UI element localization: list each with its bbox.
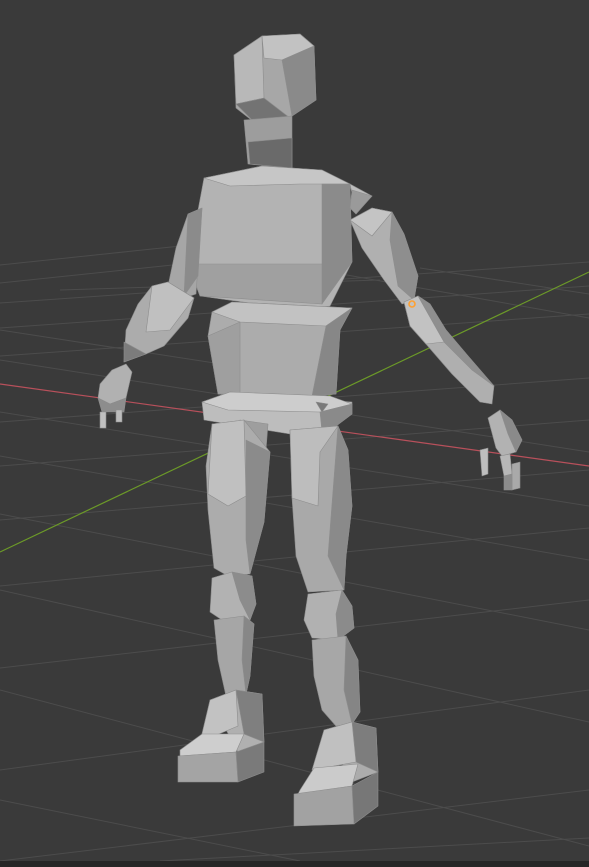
viewport-canvas[interactable]: [0, 0, 589, 861]
viewport-bottom-border: [0, 861, 589, 867]
left-knee[interactable]: [209, 571, 257, 625]
abdomen[interactable]: [207, 301, 353, 399]
3d-viewport[interactable]: [0, 0, 589, 861]
right-knee[interactable]: [303, 589, 355, 641]
